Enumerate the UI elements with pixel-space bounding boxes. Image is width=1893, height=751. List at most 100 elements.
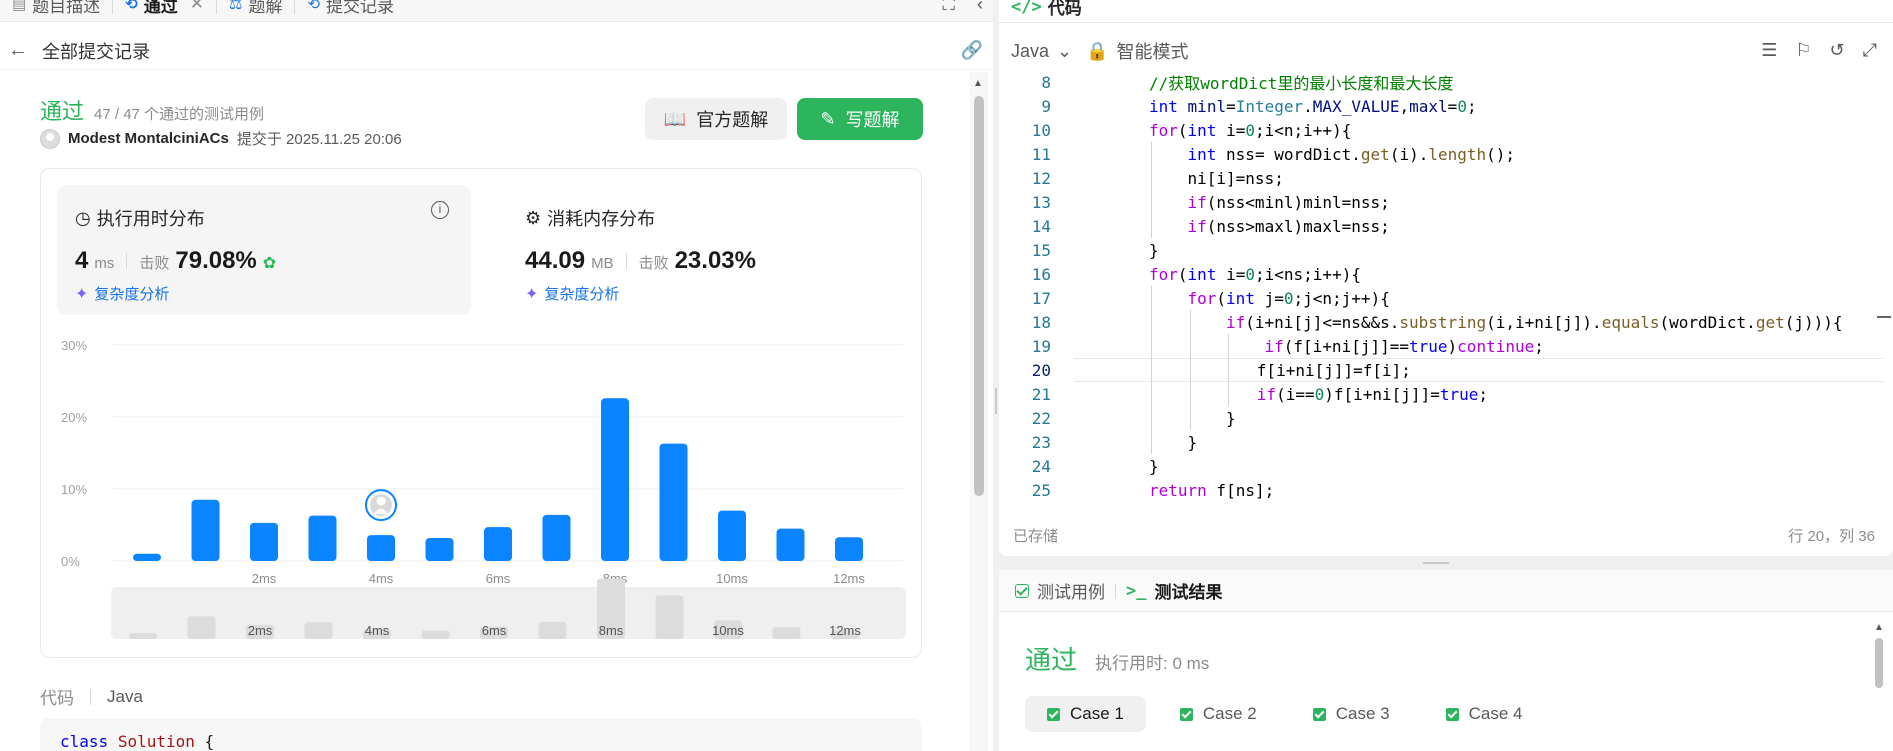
code-token: ;i<n;i++){ [1255,120,1352,140]
code-token: maxl [1409,96,1448,116]
info-icon[interactable]: i [431,201,449,219]
overview-tick-label: 8ms [599,623,624,638]
code-line[interactable]: 12 ni[i]=nss; [999,166,1883,190]
case-tab-2[interactable]: Case 2 [1158,696,1279,732]
histogram-bar[interactable] [542,514,571,561]
code-line[interactable]: 23} [999,430,1883,454]
code-area[interactable]: 8//获取wordDict里的最小长度和最大长度 9 int minl=Intege… [999,70,1893,502]
check-icon [1047,707,1060,721]
code-line[interactable]: 24} [999,454,1883,478]
status-row: 通过 47 / 47 个通过的测试用例 [40,94,264,126]
official-solution-button[interactable]: 📖 官方题解 [645,98,787,140]
code-line[interactable]: 18 if(i+ni[j]<=ns&&s.substring(i,i+ni[j])… [999,310,1883,334]
code-line[interactable]: 15} [999,238,1883,262]
reset-icon[interactable]: ↺ [1830,40,1845,61]
avatar[interactable] [40,128,60,149]
code-token: int [1187,264,1217,284]
scroll-up-icon[interactable]: ▲ [973,78,983,89]
code-text: if(nss<minl)minl=nss; [1188,193,1390,212]
histogram-bar[interactable] [425,537,454,561]
code-line[interactable]: 14 if(nss>maxl)maxl=nss; [999,214,1883,238]
bookmark-icon[interactable]: ⚐ [1795,40,1811,61]
official-solution-label: 官方题解 [696,110,769,130]
code-token: = [1226,96,1236,116]
code-line[interactable]: 9 int minl=Integer.MAX_VALUE,maxl=0; [999,94,1883,118]
histogram-bar[interactable] [250,522,278,561]
author-name[interactable]: Modest MontalciniACs [68,130,229,147]
code-text: } [1149,457,1159,476]
code-token: true [1409,336,1448,356]
code-token: (f[i+ni[j]]== [1283,336,1409,356]
histogram-bar[interactable] [776,528,805,561]
runtime-tile[interactable]: ◷ 执行用时分布 i 4 ms 击败 79.08% ✿ ✦ 复杂度分析 [57,185,471,315]
horizontal-resize-handle[interactable] [999,556,1893,570]
code-line[interactable]: 25 return f[ns]; [999,478,1883,502]
runtime-complexity-link[interactable]: ✦ 复杂度分析 [75,283,169,304]
scrollbar-thumb[interactable] [1875,638,1883,688]
code-token: int [1149,96,1178,116]
tab-description[interactable]: ▤ 题目描述 [0,0,112,16]
testcase-count: 47 / 47 个通过的测试用例 [94,106,265,123]
overview-bar [772,627,801,639]
histogram-bar[interactable] [133,553,161,561]
fullscreen-icon[interactable]: ⛶ [942,0,955,15]
close-icon[interactable]: ✕ [190,0,204,14]
code-line[interactable]: 22} [999,406,1883,430]
tab-submissions[interactable]: ⟲ 提交记录 [295,0,406,16]
tab-solutions[interactable]: ⚖ 题解 [217,0,294,16]
chevron-left-icon[interactable]: ‹ [977,0,983,15]
runtime-title: ◷ 执行用时分布 [75,205,205,231]
histogram-bar[interactable] [367,535,395,561]
resize-grip[interactable] [995,388,997,414]
clap-icon: ✿ [262,255,277,272]
history-icon: ⟲ [125,0,138,13]
language-select[interactable]: Java ⌄ [1011,41,1072,62]
code-token: ( [1177,264,1188,284]
smart-mode[interactable]: 🔒 智能模式 [1086,38,1188,64]
memory-complexity-link[interactable]: ✦ 复杂度分析 [525,283,619,304]
code-line[interactable]: 17 for(int j=0;j<n;j++){ [999,286,1883,310]
memory-unit: MB [591,255,614,272]
tab-code[interactable]: </> 代码 [1011,0,1082,19]
tab-accepted[interactable]: ⟲ 通过 ✕ [113,0,216,16]
code-line[interactable]: 21 if(i==0)f[i+ni[j]]=true; [999,382,1883,406]
tab-testcases[interactable]: 测试用例 [1015,578,1105,603]
case-tab-1[interactable]: Case 1 [1025,696,1146,732]
format-icon[interactable]: ☰ [1761,40,1777,61]
histogram-bar[interactable] [718,510,746,561]
code-token: ( [1216,288,1227,308]
link-icon[interactable]: 🔗 [961,40,983,61]
back-arrow-icon[interactable]: ← [8,39,28,62]
code-line[interactable]: 11 int nss= wordDict.get(i).length(); [999,142,1883,166]
tab-accepted-label: 通过 [143,0,178,16]
scroll-up-icon[interactable]: ▲ [1874,622,1884,633]
code-token: ;j<n;j++){ [1293,288,1390,308]
code-line[interactable]: 10 for(int i=0;i<n;i++){ [999,118,1883,142]
histogram-bar[interactable] [659,443,688,561]
expand-icon[interactable]: ⤢ [1863,40,1877,61]
write-solution-button[interactable]: ✎ 写题解 [797,98,923,140]
code-token: substring [1399,312,1487,332]
line-number: 13 [1031,192,1051,212]
code-line[interactable]: 13 if(nss<minl)minl=nss; [999,190,1883,214]
histogram-bar[interactable] [484,527,512,561]
code-line[interactable]: 8 //获取wordDict里的最小长度和最大长度 [999,70,1883,94]
scrollbar-thumb[interactable] [974,96,984,496]
histogram-bar[interactable] [191,499,220,561]
code-text: if(i+ni[j]<=ns&&s.substring(i,i+ni[j]).e… [1226,313,1843,332]
code-line[interactable]: 20 f[i+ni[j]]=f[i]; [999,358,1883,382]
tab-test-result[interactable]: >_ 测试结果 [1126,578,1222,603]
left-scrollbar[interactable]: ▲ [970,72,988,751]
histogram-bar[interactable] [835,537,863,561]
case-tab-4[interactable]: Case 4 [1424,696,1545,732]
code-token: i= [1216,264,1246,284]
histogram-bar[interactable] [601,398,629,561]
code-line[interactable]: 19 if(f[i+ni[j]]==true)continue; [999,334,1883,358]
runtime-distribution-chart[interactable]: 0% 10% 20% 30% 2ms 4ms 6ms 8ms 10ms 12ms 2ms 4ms 6ms… [53,329,913,649]
histogram-bar[interactable] [308,515,337,561]
case-tab-3[interactable]: Case 3 [1291,696,1412,732]
resize-grip[interactable] [1423,562,1449,564]
code-line[interactable]: 16 for(int i=0;i<ns;i++){ [999,262,1883,286]
memory-tile[interactable]: ⚙ 消耗内存分布 44.09 MB 击败 23.03% ✦ 复杂度分析 [507,185,907,315]
test-scrollbar[interactable]: ▲ [1873,622,1885,747]
